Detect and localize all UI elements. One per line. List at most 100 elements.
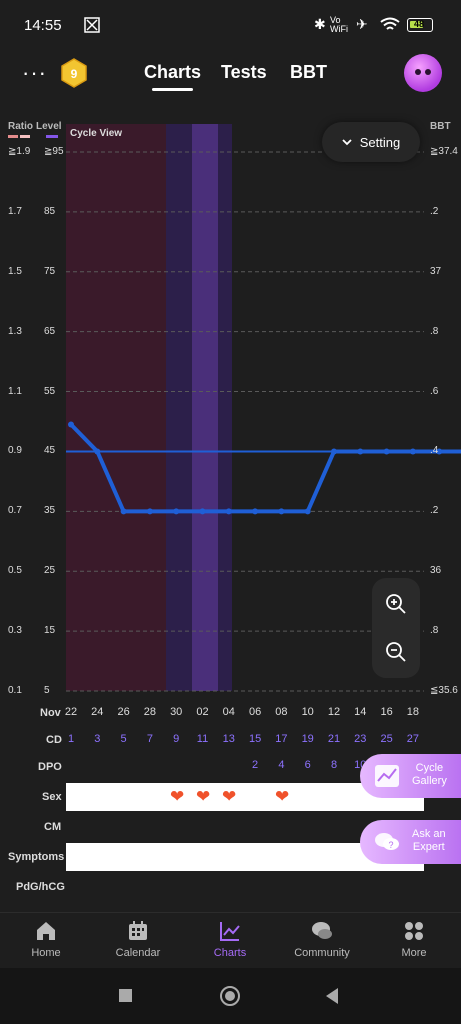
date-label: 28 [143,706,157,718]
home-icon [37,922,55,940]
community-icon [312,922,332,939]
date-label: 16 [380,706,393,718]
bbt-tick-label: .8 [430,325,439,337]
charts-icon [220,922,240,941]
bbt-tick-label: 36 [430,565,442,577]
zoom-out-icon[interactable] [384,640,408,664]
level-tick-label: 15 [44,625,56,637]
cd-value: 3 [94,733,101,745]
level-data-point[interactable] [252,508,259,515]
level-data-point[interactable] [120,508,127,515]
bbt-tick-label: .8 [430,625,439,637]
dpo-value: 8 [330,759,338,771]
cd-value: 5 [120,733,127,745]
setting-label: Setting [359,134,401,150]
ratio-tick-label: 1.3 [8,325,22,337]
back-icon[interactable] [324,987,340,1005]
level-data-point[interactable] [383,448,390,455]
level-data-point[interactable] [331,448,337,455]
date-label: 30 [170,706,183,718]
level-data-point[interactable] [146,508,153,515]
cd-value: 17 [275,733,288,745]
level-tick-label: 25 [44,565,56,577]
bbt-tick-label: .2 [430,505,439,517]
date-label: 08 [275,706,288,718]
nav-calendar-label: Calendar [115,947,161,959]
cm-row-label: CM [44,821,62,833]
bbt-tick-label: ≧37.4 [430,146,458,157]
cd-value: 13 [222,733,235,745]
nav-home[interactable]: Home [0,919,92,959]
level-tick-label: 5 [44,685,50,696]
chat-bubbles-icon: ? [375,833,399,850]
dpo-value: 6 [304,759,311,771]
home-circle-icon[interactable] [219,985,241,1007]
more-icon [405,922,423,940]
level-data-point[interactable] [278,508,285,515]
ratio-tick-label: ≧1.9 [8,146,31,157]
heart-icon: ❤ [275,787,290,806]
zoom-in-icon[interactable] [384,592,408,616]
pdg-row-label: PdG/hCG [16,881,65,893]
nav-charts-label: Charts [213,947,247,959]
ratio-tick-label: 0.3 [8,625,22,637]
fertile-band [218,124,232,691]
gallery-chart-icon [375,765,399,787]
cycle-view-label: Cycle View [70,128,123,139]
cd-value: 27 [406,733,420,745]
svg-text:?: ? [388,840,393,850]
bbt-tick-label: .4 [430,445,439,457]
nav-calendar[interactable]: Calendar [92,919,184,959]
system-nav-bar [0,968,461,1024]
chevron-down-icon [342,139,352,146]
date-label: 18 [406,706,420,718]
cd-value: 11 [196,733,209,745]
level-data-point[interactable] [409,448,416,455]
cd-value: 25 [380,733,393,745]
ratio-tick-label: 1.5 [8,265,22,277]
nav-more[interactable]: More [368,919,460,959]
ovulation-band [192,124,218,691]
bottom-nav: Home Calendar Charts Community More [0,912,461,968]
ask-expert-label: Ask an Expert [412,828,446,853]
level-data-point[interactable] [357,448,364,455]
zoom-controls [372,578,420,678]
fertile-band [166,124,192,691]
date-label: 24 [91,706,104,718]
date-label: 04 [222,706,235,718]
dpo-value: 2 [252,759,259,771]
cycle-gallery-button[interactable]: Cycle Gallery [360,754,461,798]
ask-expert-button[interactable]: ? Ask an Expert [360,820,461,864]
level-data-point[interactable] [94,448,101,455]
period-band [66,124,166,691]
dpo-value: 4 [278,759,285,771]
setting-button[interactable]: Setting [322,122,420,162]
date-label: 12 [327,706,341,718]
ratio-tick-label: 0.1 [8,685,22,696]
nav-charts[interactable]: Charts [184,919,276,959]
level-data-point[interactable] [304,508,311,515]
cd-value: 7 [146,733,153,745]
bbt-tick-label: .2 [430,205,439,217]
sex-row-label: Sex [42,791,62,803]
bbt-tick-label: ≦35.6 [430,685,458,696]
level-data-point[interactable] [225,508,232,515]
ratio-tick-label: 1.7 [8,205,22,217]
level-data-point[interactable] [68,421,74,428]
nav-more-label: More [401,947,427,959]
heart-icon: ❤ [170,787,185,806]
recents-icon[interactable] [118,988,134,1004]
calendar-icon [129,921,147,940]
level-data-point[interactable] [199,508,206,515]
cycle-gallery-label: Cycle Gallery [412,762,447,787]
ratio-tick-label: 0.9 [8,445,22,457]
ratio-tick-label: 1.1 [8,385,22,397]
level-tick-label: 45 [44,445,56,457]
nav-community-label: Community [294,947,350,959]
date-label: 10 [301,706,314,718]
level-data-point[interactable] [173,508,180,515]
dpo-row-label: DPO [38,761,62,773]
nav-community[interactable]: Community [276,919,368,959]
cd-value: 15 [248,733,262,745]
date-label: 02 [196,706,209,718]
